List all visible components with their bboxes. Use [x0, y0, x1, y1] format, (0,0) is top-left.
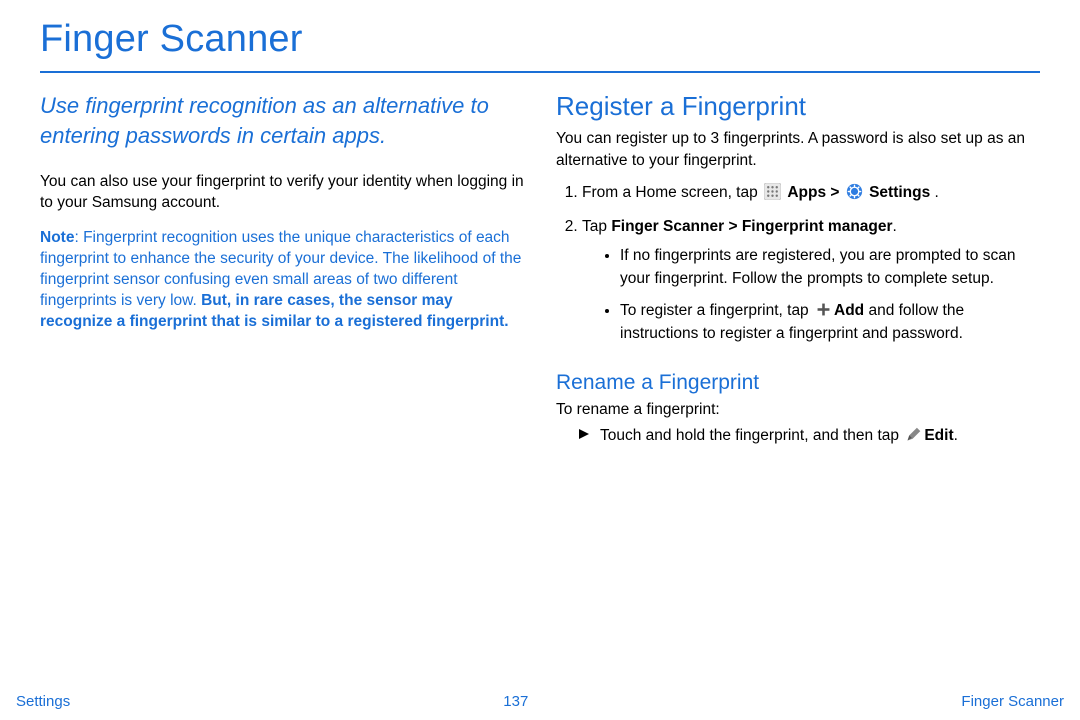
content-columns: Use fingerprint recognition as an altern…: [40, 91, 1040, 447]
step2-text-a: Tap: [582, 218, 611, 235]
step1-apps-label: Apps >: [787, 184, 843, 201]
footer-left: Settings: [16, 693, 70, 710]
page: Finger Scanner Use fingerprint recogniti…: [0, 0, 1080, 720]
right-column: Register a Fingerprint You can register …: [556, 91, 1040, 447]
bullet2-text-a: To register a fingerprint, tap: [620, 302, 813, 319]
bullet-no-fingerprints: If no fingerprints are registered, you a…: [620, 245, 1040, 290]
bullet-register: To register a fingerprint, tap Add and f…: [620, 300, 1040, 345]
note-block: Note: Fingerprint recognition uses the u…: [40, 228, 524, 333]
rename-heading: Rename a Fingerprint: [556, 371, 1040, 395]
rename-step-b: .: [954, 427, 958, 444]
step1-end: .: [930, 184, 939, 201]
step2-text-c: .: [893, 218, 897, 235]
apps-grid-icon: [764, 183, 781, 200]
step-1: From a Home screen, tap Apps >: [582, 181, 1040, 205]
rename-edit-label: Edit: [924, 427, 953, 444]
settings-gear-icon: [846, 183, 863, 200]
footer-right: Finger Scanner: [961, 693, 1064, 710]
footer-page-number: 137: [503, 693, 528, 710]
triangle-bullet-icon: [578, 425, 590, 447]
bullet2-add-label: Add: [834, 302, 864, 319]
register-heading: Register a Fingerprint: [556, 91, 1040, 122]
pencil-edit-icon: [905, 426, 922, 443]
register-intro: You can register up to 3 fingerprints. A…: [556, 128, 1040, 171]
rename-step-a: Touch and hold the fingerprint, and then…: [600, 427, 903, 444]
rename-step: Touch and hold the fingerprint, and then…: [578, 425, 1040, 447]
page-title: Finger Scanner: [40, 18, 1040, 67]
plus-icon: [815, 301, 832, 318]
register-steps: From a Home screen, tap Apps >: [556, 181, 1040, 345]
step2-path: Finger Scanner > Fingerprint manager: [611, 218, 892, 235]
left-column: Use fingerprint recognition as an altern…: [40, 91, 524, 447]
rename-intro: To rename a fingerprint:: [556, 399, 1040, 421]
step1-text-a: From a Home screen, tap: [582, 184, 762, 201]
title-divider: [40, 71, 1040, 73]
left-body: You can also use your fingerprint to ver…: [40, 172, 524, 214]
step2-bullets: If no fingerprints are registered, you a…: [582, 245, 1040, 345]
intro-text: Use fingerprint recognition as an altern…: [40, 91, 524, 150]
note-label: Note: [40, 229, 74, 246]
page-footer: Settings 137 Finger Scanner: [0, 693, 1080, 710]
rename-step-content: Touch and hold the fingerprint, and then…: [600, 425, 958, 447]
step1-settings-label: Settings: [869, 184, 930, 201]
step-2: Tap Finger Scanner > Fingerprint manager…: [582, 215, 1040, 345]
